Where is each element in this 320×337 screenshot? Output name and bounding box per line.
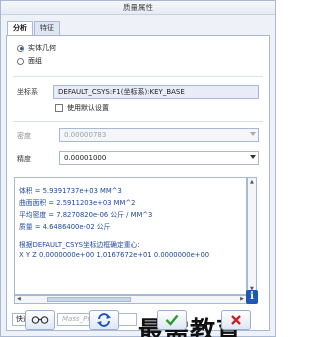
- regenerate-button[interactable]: [89, 310, 119, 330]
- use-default-checkbox-row[interactable]: 使用默认设置: [55, 103, 109, 113]
- radio-quilt-label: 面组: [28, 57, 42, 65]
- ok-button[interactable]: [157, 310, 187, 330]
- tab-bar: 分析 特征: [7, 21, 61, 36]
- cancel-button[interactable]: [221, 310, 251, 330]
- checkmark-icon: [165, 314, 179, 326]
- result-surface-area: 曲面面积 = 2.5911203e+03 MM^2: [19, 199, 136, 207]
- radio-solid-geometry-label: 实体几何: [28, 44, 56, 52]
- results-area[interactable]: 体积 = 5.9391737e+03 MM^3 曲面面积 = 2.5911203…: [14, 177, 247, 295]
- tab-analysis[interactable]: 分析: [7, 21, 33, 36]
- radio-button[interactable]: [17, 57, 24, 65]
- divider: [13, 76, 263, 77]
- scroll-right-icon[interactable]: ▶: [240, 296, 244, 303]
- result-average-density: 平均密度 = 7.8270820e-06 公斤 / MM^3: [19, 211, 153, 219]
- density-label: 密度: [17, 132, 31, 140]
- radio-quilt[interactable]: 面组: [17, 56, 42, 66]
- density-value: 0.00000783: [64, 131, 107, 139]
- result-cog-heading: 根据DEFAULT_CSYS坐标边框确定重心:: [19, 241, 140, 249]
- x-icon: [231, 315, 241, 325]
- mass-properties-dialog: 质量属性 分析 特征 实体几何 面组 坐标系 DEFAULT_CSYS:F1(坐…: [0, 0, 276, 337]
- csys-label: 坐标系: [17, 88, 38, 96]
- refresh-icon: [97, 313, 111, 327]
- results-vertical-scrollbar[interactable]: ▲ ▼: [247, 177, 257, 295]
- repeat-analysis-button[interactable]: [25, 310, 55, 330]
- result-cog-values: X Y Z 0.0000000e+00 1.0167672e+01 0.0000…: [19, 251, 210, 259]
- chevron-down-icon[interactable]: [250, 155, 256, 159]
- analysis-panel: 实体几何 面组 坐标系 DEFAULT_CSYS:F1(坐标系):KEY_BAS…: [6, 35, 270, 337]
- accuracy-value: 0.00001000: [64, 154, 107, 162]
- use-default-label: 使用默认设置: [67, 104, 109, 112]
- chevron-down-icon: [250, 132, 256, 136]
- csys-collector[interactable]: DEFAULT_CSYS:F1(坐标系):KEY_BASE: [53, 85, 259, 99]
- result-volume: 体积 = 5.9391737e+03 MM^3: [19, 187, 122, 195]
- use-default-checkbox[interactable]: [55, 104, 63, 112]
- radio-solid-geometry[interactable]: 实体几何: [17, 43, 56, 53]
- scrollbar-thumb[interactable]: [47, 297, 131, 302]
- glasses-icon: [31, 316, 49, 324]
- result-mass: 质量 = 4.6486400e-02 公斤: [19, 223, 111, 231]
- scroll-left-icon[interactable]: ◀: [17, 296, 21, 303]
- density-input: 0.00000783: [59, 128, 259, 142]
- accuracy-label: 精度: [17, 155, 31, 163]
- divider: [13, 121, 263, 122]
- scroll-up-icon[interactable]: ▲: [250, 179, 254, 186]
- results-horizontal-scrollbar[interactable]: ◀ ▶: [14, 295, 247, 304]
- info-button[interactable]: i: [246, 290, 258, 304]
- tab-feature[interactable]: 特征: [34, 21, 60, 35]
- dialog-title: 质量属性: [1, 1, 275, 15]
- radio-button-selected[interactable]: [17, 44, 24, 52]
- accuracy-input[interactable]: 0.00001000: [59, 151, 259, 165]
